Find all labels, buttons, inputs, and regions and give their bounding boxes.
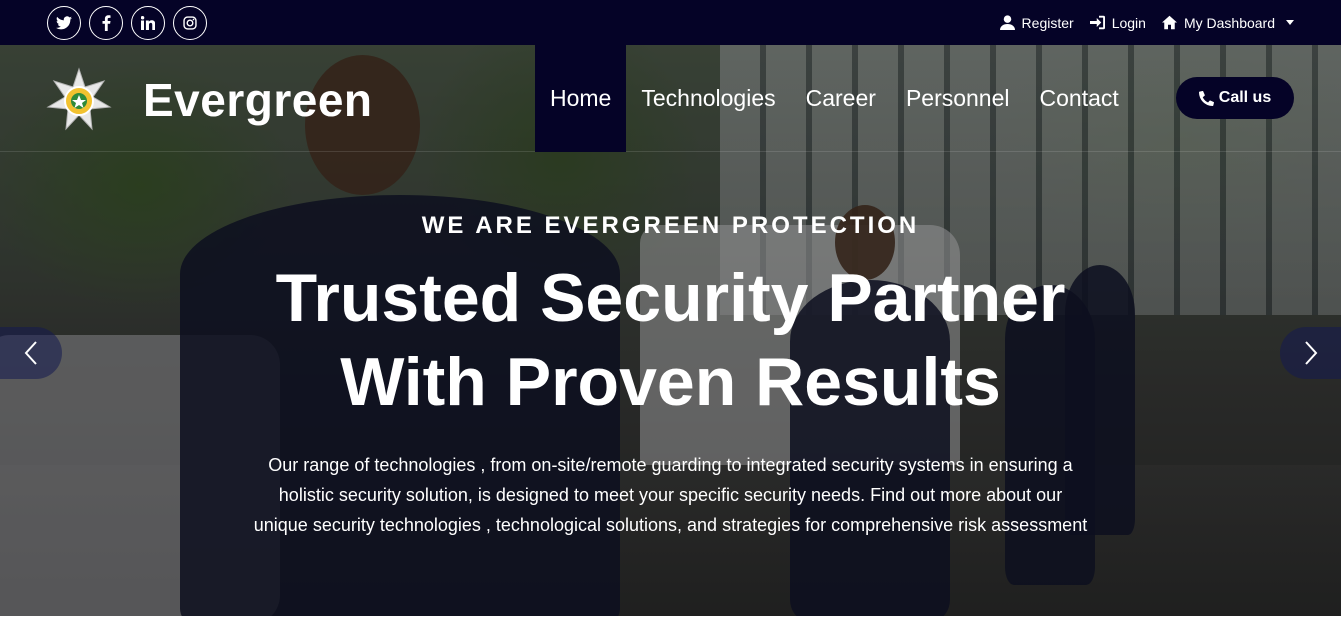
linkedin-icon[interactable] xyxy=(131,5,165,40)
call-us-button[interactable]: Call us xyxy=(1176,77,1294,119)
facebook-icon[interactable] xyxy=(89,5,123,40)
dashboard-dropdown[interactable]: My Dashboard xyxy=(1161,14,1294,31)
nav-item-personnel[interactable]: Personnel xyxy=(891,45,1025,152)
sign-in-icon xyxy=(1089,15,1105,30)
logo-badge-icon[interactable] xyxy=(46,67,112,133)
nav-item-career[interactable]: Career xyxy=(791,45,891,152)
instagram-icon[interactable] xyxy=(173,5,207,40)
register-label: Register xyxy=(1021,14,1074,31)
nav-menu: Home Technologies Career Personnel Conta… xyxy=(535,45,1134,152)
login-link[interactable]: Login xyxy=(1089,14,1146,31)
account-links: Register Login My Dashboard xyxy=(999,14,1294,31)
top-bar: Register Login My Dashboard xyxy=(0,0,1341,45)
register-link[interactable]: Register xyxy=(999,14,1074,31)
nav-item-home[interactable]: Home xyxy=(535,45,627,152)
chevron-down-icon xyxy=(1286,20,1294,25)
nav-item-technologies[interactable]: Technologies xyxy=(626,45,790,152)
hero-headline: Trusted Security Partner With Proven Res… xyxy=(0,256,1341,424)
social-links xyxy=(47,5,207,40)
nav-item-contact[interactable]: Contact xyxy=(1025,45,1134,152)
hero-headline-line1: Trusted Security Partner xyxy=(275,260,1066,336)
phone-icon xyxy=(1198,90,1214,106)
brand-name[interactable]: Evergreen xyxy=(143,73,373,127)
login-label: Login xyxy=(1111,14,1146,31)
home-icon xyxy=(1161,15,1177,30)
user-icon xyxy=(999,15,1015,30)
main-navbar: Evergreen Home Technologies Career Perso… xyxy=(0,45,1341,152)
call-us-label: Call us xyxy=(1218,89,1272,106)
hero-eyebrow: WE ARE EVERGREEN PROTECTION xyxy=(421,212,920,239)
dashboard-label: My Dashboard xyxy=(1183,14,1275,31)
hero-headline-line2: With Proven Results xyxy=(340,344,1001,420)
twitter-icon[interactable] xyxy=(47,5,81,40)
hero-description: Our range of technologies , from on-site… xyxy=(253,455,1088,535)
